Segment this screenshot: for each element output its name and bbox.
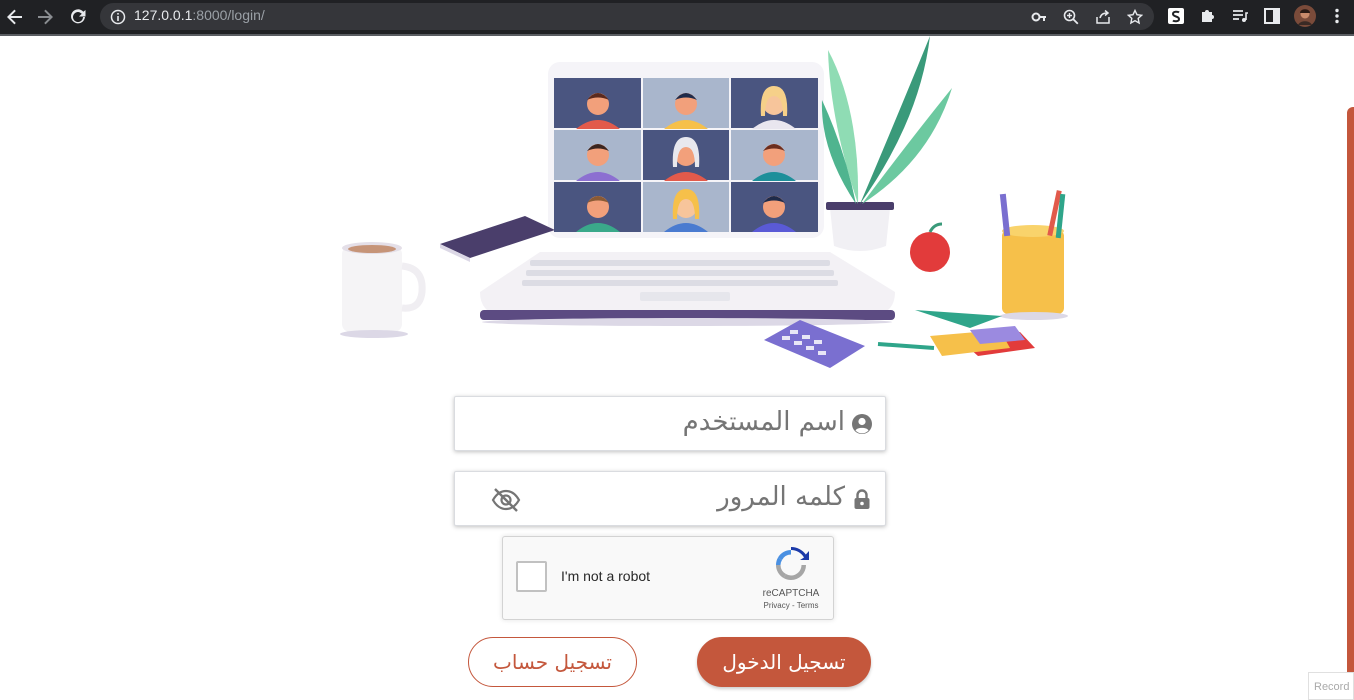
forward-icon[interactable] bbox=[33, 5, 57, 29]
eye-slash-icon[interactable] bbox=[491, 487, 521, 513]
register-button[interactable]: تسجيل حساب bbox=[468, 637, 637, 687]
menu-icon[interactable] bbox=[1327, 6, 1347, 26]
username-field[interactable]: اسم المستخدم bbox=[454, 396, 886, 451]
address-bar[interactable]: 127.0.0.1:8000/login/ bbox=[100, 3, 1154, 30]
record-badge[interactable]: Record bbox=[1308, 672, 1354, 700]
profile-avatar[interactable] bbox=[1294, 5, 1316, 27]
login-button[interactable]: تسجيل الدخول bbox=[697, 637, 871, 687]
recaptcha-privacy-terms-links[interactable]: Privacy - Terms bbox=[751, 601, 831, 610]
puzzle-icon[interactable] bbox=[1198, 6, 1218, 26]
back-icon[interactable] bbox=[3, 5, 27, 29]
s-extension-icon[interactable] bbox=[1166, 6, 1186, 26]
recaptcha-widget: I'm not a robot reCAPTCHA Privacy - Term… bbox=[502, 536, 834, 620]
url-host: 127.0.0.1 bbox=[134, 7, 193, 23]
side-panel-icon[interactable] bbox=[1262, 6, 1282, 26]
zoom-icon[interactable] bbox=[1062, 8, 1080, 26]
online-meeting-illustration bbox=[340, 36, 1068, 368]
user-circle-icon bbox=[852, 414, 872, 434]
username-placeholder: اسم المستخدم bbox=[682, 407, 845, 437]
share-icon[interactable] bbox=[1094, 8, 1112, 26]
url-text[interactable]: 127.0.0.1:8000/login/ bbox=[134, 7, 265, 23]
lock-icon bbox=[854, 489, 870, 509]
key-icon[interactable] bbox=[1030, 8, 1048, 26]
scrollbar-thumb[interactable] bbox=[1347, 107, 1354, 700]
bookmark-star-icon[interactable] bbox=[1126, 8, 1144, 26]
password-field[interactable]: كلمه المرور bbox=[454, 471, 886, 526]
password-placeholder: كلمه المرور bbox=[717, 482, 845, 512]
recaptcha-checkbox[interactable] bbox=[516, 561, 547, 592]
media-icon[interactable] bbox=[1230, 6, 1250, 26]
url-path: :8000/login/ bbox=[192, 7, 265, 23]
recaptcha-label: I'm not a robot bbox=[561, 568, 651, 584]
site-info-icon[interactable] bbox=[109, 8, 127, 26]
reload-icon[interactable] bbox=[66, 5, 90, 29]
recaptcha-brand: reCAPTCHA bbox=[762, 588, 820, 599]
browser-toolbar: 127.0.0.1:8000/login/ bbox=[0, 0, 1354, 34]
recaptcha-logo-icon bbox=[776, 547, 809, 580]
